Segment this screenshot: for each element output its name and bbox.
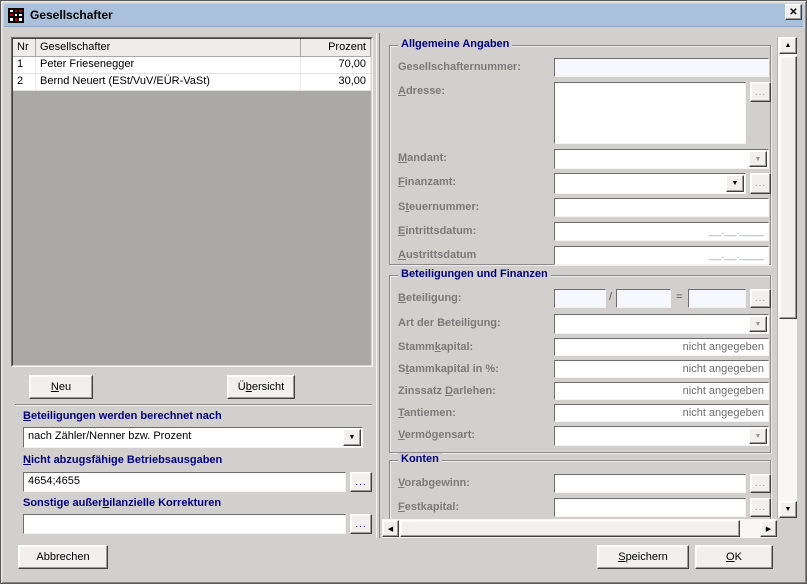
mandant-label: Mandant: — [398, 152, 447, 164]
group-title: Beteiligungen und Finanzen — [398, 268, 551, 280]
chevron-down-icon[interactable]: ▼ — [343, 429, 361, 446]
vorabgewinn-input[interactable] — [554, 474, 746, 493]
adresse-browse-button[interactable]: ... — [750, 82, 771, 102]
cell-nr: 2 — [13, 74, 36, 90]
cell-prozent: 30,00 — [301, 74, 371, 90]
titlebar: Gesellschafter — [4, 4, 803, 27]
steuernummer-input[interactable] — [554, 198, 769, 217]
finanzamt-browse-button[interactable]: ... — [750, 173, 771, 194]
neu-button[interactable]: Neu — [29, 375, 93, 399]
adresse-label: Adresse: — [398, 85, 445, 97]
chevron-down-icon[interactable]: ▼ — [749, 151, 767, 167]
vermoegensart-label: Vermögensart: — [398, 429, 475, 441]
scroll-left-icon[interactable]: ◀ — [382, 520, 399, 537]
column-header-nr[interactable]: Nr — [13, 39, 36, 56]
close-icon[interactable]: ✕ — [785, 4, 802, 20]
panel-divider — [376, 33, 380, 538]
festkapital-input[interactable] — [554, 498, 746, 517]
chevron-down-icon[interactable]: ▼ — [726, 175, 744, 192]
uebersicht-button[interactable]: Übersicht — [227, 375, 295, 399]
table-body: 1 Peter Friesenegger 70,00 2 Bernd Neuer… — [13, 57, 371, 91]
table-row[interactable]: 1 Peter Friesenegger 70,00 — [13, 57, 371, 74]
equals-separator: = — [676, 291, 682, 303]
sonstige-input[interactable] — [23, 514, 346, 534]
horizontal-scrollbar-thumb[interactable] — [400, 520, 740, 537]
art-der-beteiligung-label: Art der Beteiligung: — [398, 317, 501, 329]
table-header: Nr Gesellschafter Prozent — [13, 39, 371, 57]
gesellschafternummer-input[interactable] — [554, 58, 769, 77]
beteiligung-prozent-input[interactable] — [688, 289, 746, 308]
chevron-down-icon[interactable]: ▼ — [749, 316, 767, 332]
cell-nr: 1 — [13, 57, 36, 73]
table-row[interactable]: 2 Bernd Neuert (ESt/VuV/EÜR-VaSt) 30,00 — [13, 74, 371, 91]
detail-panel: Allgemeine Angaben Gesellschafternummer:… — [382, 37, 777, 519]
vertical-scrollbar-thumb[interactable] — [779, 56, 797, 319]
column-header-gesellschafter[interactable]: Gesellschafter — [36, 39, 301, 56]
sonstige-browse-button[interactable]: ... — [350, 514, 372, 534]
steuernummer-label: Steuernummer: — [398, 201, 479, 213]
nonded-label: Nicht abzugsfähige Betriebsausgaben — [23, 454, 222, 466]
slash-separator: / — [609, 291, 612, 303]
separator-line — [15, 404, 372, 406]
cell-gesellschafter: Peter Friesenegger — [36, 57, 301, 73]
shareholder-table[interactable]: Nr Gesellschafter Prozent 1 Peter Friese… — [11, 37, 373, 367]
calc-method-dropdown[interactable]: nach Zähler/Nenner bzw. Prozent ▼ — [23, 427, 363, 448]
calc-method-value: nach Zähler/Nenner bzw. Prozent — [28, 430, 340, 442]
eintrittsdatum-label: Eintrittsdatum: — [398, 225, 476, 237]
festkapital-browse-button[interactable]: ... — [750, 498, 771, 517]
nonded-input[interactable]: 4654;4655 — [23, 472, 346, 492]
mandant-dropdown[interactable]: ▼ — [554, 149, 769, 169]
festkapital-label: Festkapital: — [398, 501, 459, 513]
finanzamt-dropdown[interactable]: ▼ — [554, 173, 746, 194]
art-der-beteiligung-dropdown[interactable]: ▼ — [554, 314, 769, 334]
column-header-prozent[interactable]: Prozent — [301, 39, 371, 56]
checkered-app-icon — [8, 8, 24, 23]
scroll-down-icon[interactable]: ▼ — [779, 501, 797, 518]
beteiligung-browse-button[interactable]: ... — [750, 289, 771, 308]
zinssatz-darlehen-label: Zinssatz Darlehen: — [398, 385, 496, 397]
beteiligung-label: Beteiligung: — [398, 292, 462, 304]
vermoegensart-dropdown[interactable]: ▼ — [554, 426, 769, 446]
gesellschafter-window: Gesellschafter ✕ Nr Gesellschafter Proze… — [0, 0, 807, 584]
scroll-up-icon[interactable]: ▲ — [779, 37, 797, 54]
adresse-textarea[interactable] — [554, 82, 746, 144]
stammkapital-input[interactable]: nicht angegeben — [554, 338, 769, 356]
horizontal-scrollbar[interactable]: ◀ ▶ — [382, 519, 777, 538]
eintrittsdatum-input[interactable]: __.__.____ — [554, 222, 769, 241]
tantiemen-label: Tantiemen: — [398, 407, 456, 419]
zinssatz-darlehen-input[interactable]: nicht angegeben — [554, 382, 769, 400]
sonstige-label: Sonstige außerbilanzielle Korrekturen — [23, 497, 221, 509]
ok-button[interactable]: OK — [695, 545, 773, 569]
stammkapital-prozent-input[interactable]: nicht angegeben — [554, 360, 769, 378]
vorabgewinn-label: Vorabgewinn: — [398, 477, 470, 489]
gesellschafternummer-label: Gesellschafternummer: — [398, 61, 521, 73]
beteiligung-nenner-input[interactable] — [616, 289, 671, 308]
cell-gesellschafter: Bernd Neuert (ESt/VuV/EÜR-VaSt) — [36, 74, 301, 90]
calc-method-label: Beteiligungen werden berechnet nach — [23, 410, 222, 422]
speichern-button[interactable]: Speichern — [597, 545, 689, 569]
chevron-down-icon[interactable]: ▼ — [749, 428, 767, 444]
group-title: Konten — [398, 453, 442, 465]
stammkapital-prozent-label: Stammkapital in %: — [398, 363, 499, 375]
scroll-right-icon[interactable]: ▶ — [760, 520, 777, 537]
finanzamt-label: Finanzamt: — [398, 176, 456, 188]
group-title: Allgemeine Angaben — [398, 38, 512, 50]
cell-prozent: 70,00 — [301, 57, 371, 73]
beteiligung-zaehler-input[interactable] — [554, 289, 606, 308]
window-title: Gesellschafter — [30, 8, 113, 22]
abbrechen-button[interactable]: Abbrechen — [18, 545, 108, 569]
nonded-browse-button[interactable]: ... — [350, 472, 372, 492]
tantiemen-input[interactable]: nicht angegeben — [554, 404, 769, 422]
stammkapital-label: Stammkapital: — [398, 341, 473, 353]
vertical-scrollbar[interactable]: ▲ ▼ — [777, 37, 797, 518]
austrittsdatum-label: Austrittsdatum — [398, 249, 476, 261]
vorabgewinn-browse-button[interactable]: ... — [750, 474, 771, 493]
austrittsdatum-input[interactable]: __.__.____ — [554, 246, 769, 265]
